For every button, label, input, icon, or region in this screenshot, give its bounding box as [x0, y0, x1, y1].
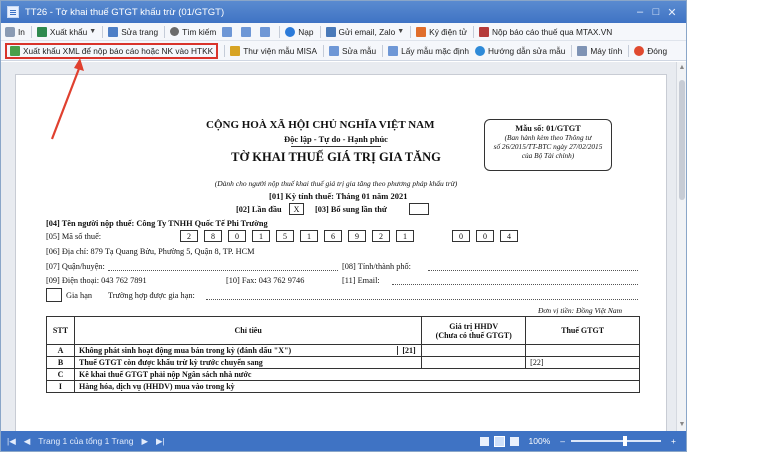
arrow-shaft — [50, 65, 82, 140]
annotation-arrow — [50, 58, 84, 140]
arrow-head — [74, 58, 84, 71]
